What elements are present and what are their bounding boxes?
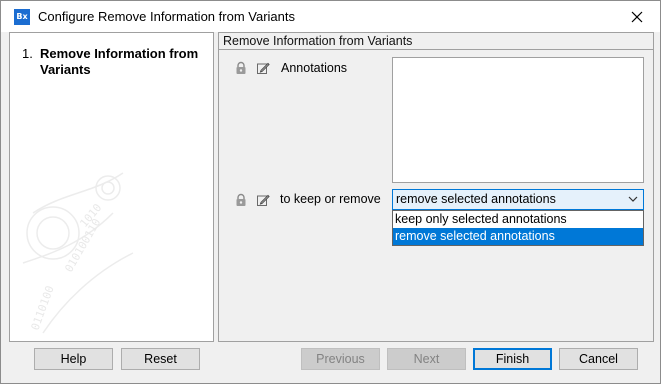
annotations-label: Annotations: [281, 61, 348, 75]
edit-pencil-icon[interactable]: [256, 193, 270, 207]
edit-pencil-icon[interactable]: [256, 61, 270, 75]
step-number: 1.: [22, 46, 33, 61]
title-bar[interactable]: Bx Configure Remove Information from Var…: [1, 1, 660, 32]
help-button[interactable]: Help: [34, 348, 113, 370]
window-title: Configure Remove Information from Varian…: [38, 9, 295, 24]
parameters-panel: Remove Information from Variants Annotat…: [218, 32, 654, 342]
section-header: Remove Information from Variants: [219, 33, 653, 50]
reset-button[interactable]: Reset: [121, 348, 200, 370]
dropdown-option-remove[interactable]: remove selected annotations: [393, 228, 643, 245]
next-button[interactable]: Next: [387, 348, 466, 370]
keep-remove-select[interactable]: remove selected annotations: [392, 189, 644, 210]
finish-button[interactable]: Finish: [473, 348, 552, 370]
keep-remove-selected-value: remove selected annotations: [396, 192, 556, 206]
lock-icon[interactable]: [234, 193, 248, 207]
close-button[interactable]: [614, 1, 660, 32]
lock-icon[interactable]: [234, 61, 248, 75]
svg-text:0110100: 0110100: [29, 284, 57, 332]
close-icon: [631, 11, 643, 22]
app-icon: Bx: [14, 9, 30, 25]
step-item-1[interactable]: 1. Remove Information from Variants: [22, 46, 212, 78]
keep-remove-label: to keep or remove: [280, 192, 381, 206]
watermark-logo: 010100110 0110100 1010: [22, 172, 134, 334]
chevron-down-icon: [628, 196, 638, 202]
dialog-window: Bx Configure Remove Information from Var…: [0, 0, 661, 384]
previous-button[interactable]: Previous: [301, 348, 380, 370]
dialog-content: 1. Remove Information from Variants 0101…: [9, 32, 654, 342]
annotations-list[interactable]: [392, 57, 644, 183]
step-label: Remove Information from Variants: [40, 46, 199, 77]
cancel-button[interactable]: Cancel: [559, 348, 638, 370]
keep-remove-dropdown: keep only selected annotations remove se…: [392, 210, 644, 246]
steps-panel: 1. Remove Information from Variants 0101…: [9, 32, 214, 342]
dropdown-option-keep[interactable]: keep only selected annotations: [393, 211, 643, 228]
